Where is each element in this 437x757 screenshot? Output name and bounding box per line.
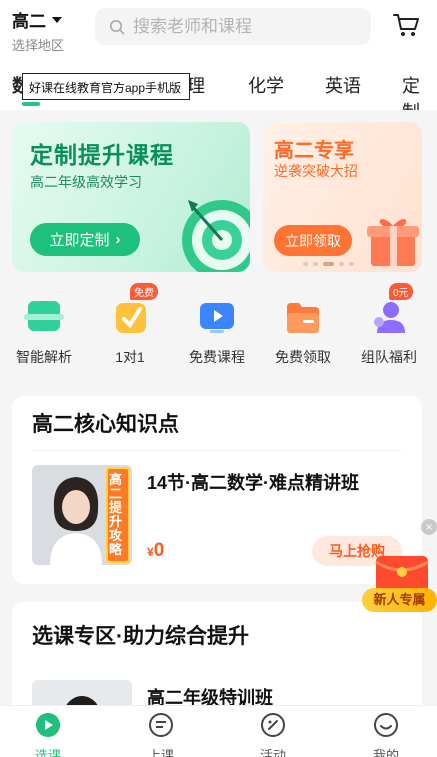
quick-entry-label: 免费领取 bbox=[275, 349, 331, 365]
course-thumbnail[interactable]: 高二提升攻略 bbox=[32, 465, 132, 565]
carousel-dot-active bbox=[323, 262, 334, 266]
team-icon bbox=[374, 302, 405, 333]
quick-entry-label: 智能解析 bbox=[16, 349, 72, 365]
claim-now-button[interactable]: 立即领取 bbox=[274, 225, 352, 256]
currency-symbol: ¥ bbox=[147, 545, 154, 559]
gift-icon bbox=[367, 219, 419, 266]
banner-title: 定制提升课程 bbox=[30, 142, 174, 168]
quick-entry-analysis[interactable]: 智能解析 bbox=[4, 297, 84, 367]
chevron-right-icon: › bbox=[115, 231, 121, 248]
price-value: 0 bbox=[153, 540, 165, 561]
course-title[interactable]: 14节·高二数学·难点精讲班 bbox=[147, 469, 359, 495]
newcomer-label: 新人专属 bbox=[362, 588, 437, 612]
close-float-icon[interactable]: × bbox=[421, 519, 437, 535]
banner-custom-course[interactable]: 定制提升课程 高二年级高效学习 立即定制 › bbox=[12, 122, 250, 272]
course-selection-section: 选课专区·助力综合提升 高二年级特训班 bbox=[12, 602, 422, 722]
nav-label: 选课 bbox=[34, 748, 61, 757]
section-title: 高二核心知识点 bbox=[32, 413, 179, 436]
one-on-one-icon bbox=[116, 303, 146, 333]
top-bar: 高二 选择地区 bbox=[0, 0, 437, 58]
quick-entry-label: 组队福利 bbox=[361, 349, 417, 365]
nav-course-select[interactable]: 选课 bbox=[18, 712, 78, 757]
grade-label: 高二 bbox=[12, 12, 46, 31]
grade-selector[interactable]: 高二 选择地区 bbox=[12, 7, 64, 54]
activity-icon bbox=[261, 713, 285, 737]
carousel-dot bbox=[349, 262, 354, 266]
tooltip: 好课在线教育官方app手机版 bbox=[22, 73, 190, 100]
search-bar[interactable] bbox=[95, 8, 371, 45]
nav-label: 我的 bbox=[372, 748, 399, 757]
carousel-dot bbox=[339, 262, 344, 266]
search-input[interactable] bbox=[133, 16, 343, 37]
profile-icon bbox=[374, 713, 398, 737]
course-select-icon bbox=[36, 713, 60, 737]
side-banner-subtitle: 逆袭突破大招 bbox=[274, 163, 358, 179]
nav-profile[interactable]: 我的 bbox=[356, 712, 416, 757]
banner-grade-exclusive[interactable]: 高二专享 逆袭突破大招 立即领取 bbox=[263, 122, 422, 272]
bottom-navigation: 选课 上课 活动 我的 bbox=[0, 705, 437, 757]
carousel-dot bbox=[303, 262, 308, 266]
thumbnail-text: 高二提升攻略 bbox=[109, 472, 123, 557]
zero-yuan-badge: 0元 bbox=[389, 283, 413, 300]
target-icon bbox=[182, 200, 250, 272]
tab-english[interactable]: 英语 bbox=[325, 72, 361, 98]
quick-entry-free-claim[interactable]: 免费领取 bbox=[263, 297, 343, 367]
quick-entry-label: 免费课程 bbox=[189, 349, 245, 365]
free-badge: 免费 bbox=[130, 283, 158, 300]
region-selector[interactable]: 选择地区 bbox=[12, 35, 64, 54]
nav-class[interactable]: 上课 bbox=[131, 712, 191, 757]
quick-entry-one-on-one[interactable]: 免费 1对1 bbox=[90, 283, 170, 367]
banner-subtitle: 高二年级高效学习 bbox=[30, 174, 142, 190]
quick-entry-team[interactable]: 0元 组队福利 bbox=[349, 283, 429, 367]
nav-label: 上课 bbox=[147, 748, 174, 757]
quick-entry-free-course[interactable]: 免费课程 bbox=[177, 297, 257, 367]
tab-chemistry[interactable]: 化学 bbox=[248, 72, 284, 98]
cart-icon[interactable] bbox=[392, 12, 420, 38]
caret-down-icon bbox=[52, 16, 62, 23]
section-title: 选课专区·助力综合提升 bbox=[32, 625, 249, 648]
quick-entries: 智能解析 免费 1对1 免费课程 免费领取 0元 组队福利 bbox=[0, 283, 437, 375]
carousel-dot bbox=[313, 262, 318, 266]
main-content: 定制提升课程 高二年级高效学习 立即定制 › 高二专享 逆袭突破大招 立即领取 bbox=[0, 110, 437, 722]
side-banner-title: 高二专享 bbox=[274, 140, 354, 162]
nav-activity[interactable]: 活动 bbox=[243, 712, 303, 757]
folder-icon bbox=[287, 303, 319, 333]
search-icon bbox=[110, 19, 125, 34]
nav-label: 活动 bbox=[259, 748, 286, 757]
core-knowledge-section: 高二核心知识点 高二提升攻略 14节·高二数学·难点精讲班 ¥0 马上抢购 bbox=[12, 396, 422, 584]
class-icon bbox=[149, 713, 173, 737]
customize-now-button[interactable]: 立即定制 › bbox=[30, 223, 140, 256]
video-course-icon bbox=[200, 303, 234, 333]
divider bbox=[32, 450, 402, 451]
quick-entry-label: 1对1 bbox=[115, 349, 145, 365]
course-price: ¥0 bbox=[147, 540, 164, 562]
active-tab-indicator bbox=[22, 102, 40, 106]
carousel-dots bbox=[303, 262, 354, 266]
analysis-icon bbox=[24, 301, 64, 331]
newcomer-gift-float[interactable]: 新人专属 bbox=[362, 552, 437, 612]
